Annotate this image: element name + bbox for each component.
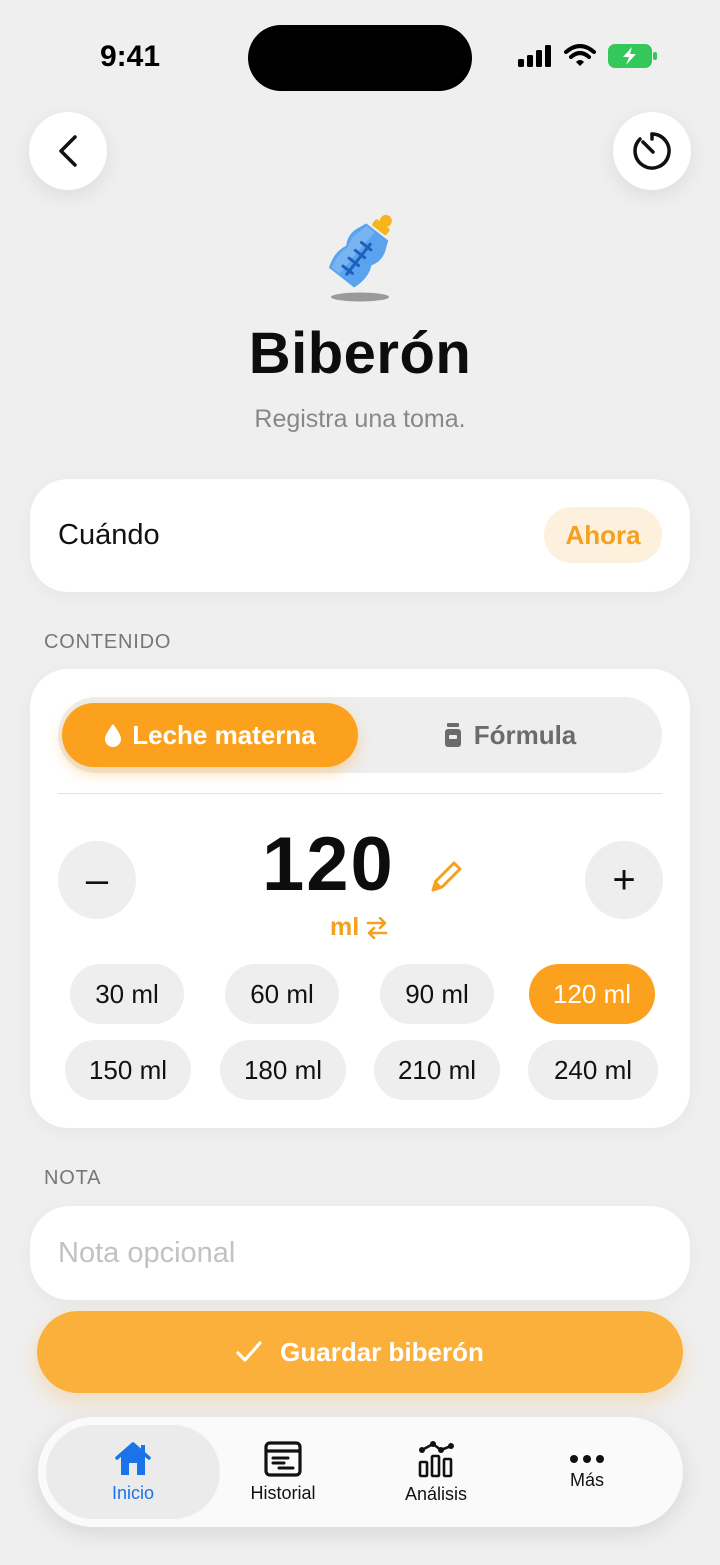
- preset-chip[interactable]: 210 ml: [374, 1040, 500, 1100]
- tab-analysis-label: Análisis: [404, 1483, 468, 1504]
- pencil-icon[interactable]: [428, 859, 464, 895]
- dynamic-island: [248, 25, 472, 91]
- preset-chip[interactable]: 240 ml: [528, 1040, 658, 1100]
- wifi-icon: [564, 44, 596, 66]
- analytics-icon: [418, 1440, 454, 1477]
- milk-type-segmented-control: Leche materna Fórmula: [58, 697, 662, 773]
- swap-arrows-icon: [366, 916, 388, 939]
- segment-breast-milk-label: Leche materna: [132, 719, 316, 750]
- status-time: 9:41: [100, 40, 161, 73]
- when-label: Cuándo: [58, 519, 160, 551]
- history-icon: [264, 1440, 302, 1477]
- preset-chip[interactable]: 180 ml: [220, 1040, 346, 1100]
- note-section-label: NOTA: [44, 1167, 102, 1189]
- tab-analysis[interactable]: Análisis: [349, 1425, 523, 1519]
- unit-toggle[interactable]: ml: [330, 913, 389, 942]
- status-icons: [518, 44, 658, 68]
- preset-chip[interactable]: 150 ml: [65, 1040, 191, 1100]
- preset-chip[interactable]: 30 ml: [70, 964, 184, 1024]
- timer-icon: [633, 132, 671, 170]
- save-button[interactable]: Guardar biberón: [37, 1311, 683, 1393]
- preset-chip-selected[interactable]: 120 ml: [529, 964, 655, 1024]
- page-title: Biberón: [248, 321, 472, 386]
- segment-breast-milk[interactable]: Leche materna: [62, 703, 358, 767]
- more-icon: [570, 1454, 604, 1463]
- signal-icon: [518, 45, 551, 67]
- tab-more-label: Más: [569, 1469, 604, 1490]
- chevron-left-icon: [59, 135, 77, 167]
- unit-label: ml: [330, 913, 360, 941]
- segment-formula-label: Fórmula: [473, 719, 577, 750]
- tab-history-label: Historial: [250, 1482, 316, 1503]
- back-button[interactable]: [29, 112, 107, 190]
- increase-button[interactable]: +: [585, 841, 663, 919]
- when-card[interactable]: Cuándo Ahora: [30, 479, 690, 592]
- note-input[interactable]: [58, 1232, 658, 1274]
- checkmark-icon: [236, 1341, 262, 1362]
- tab-history[interactable]: Historial: [196, 1425, 370, 1519]
- amount-value: 120: [262, 822, 395, 907]
- battery-charging-icon: [608, 44, 657, 68]
- drop-icon: [105, 724, 122, 747]
- tab-home-label: Inicio: [111, 1482, 155, 1503]
- home-icon: [115, 1441, 151, 1475]
- tab-home[interactable]: Inicio: [46, 1425, 220, 1519]
- content-card: Leche materna Fórmula – 120 + ml 30 ml 6…: [30, 669, 690, 1128]
- tab-bar: Inicio Historial Análisis Más: [38, 1417, 683, 1527]
- formula-can-icon: [444, 723, 461, 747]
- preset-chip[interactable]: 90 ml: [380, 964, 494, 1024]
- content-section-label: CONTENIDO: [44, 631, 172, 653]
- when-value-pill[interactable]: Ahora: [544, 507, 662, 563]
- baby-bottle-icon: [328, 214, 392, 302]
- preset-chip[interactable]: 60 ml: [225, 964, 339, 1024]
- tab-more[interactable]: Más: [500, 1425, 674, 1519]
- segment-formula[interactable]: Fórmula: [362, 703, 658, 767]
- note-card: [30, 1206, 690, 1300]
- page-subtitle: Registra una toma.: [254, 405, 466, 433]
- decrease-button[interactable]: –: [58, 841, 136, 919]
- timer-button[interactable]: [613, 112, 691, 190]
- save-button-label: Guardar biberón: [280, 1336, 484, 1367]
- divider: [58, 793, 662, 794]
